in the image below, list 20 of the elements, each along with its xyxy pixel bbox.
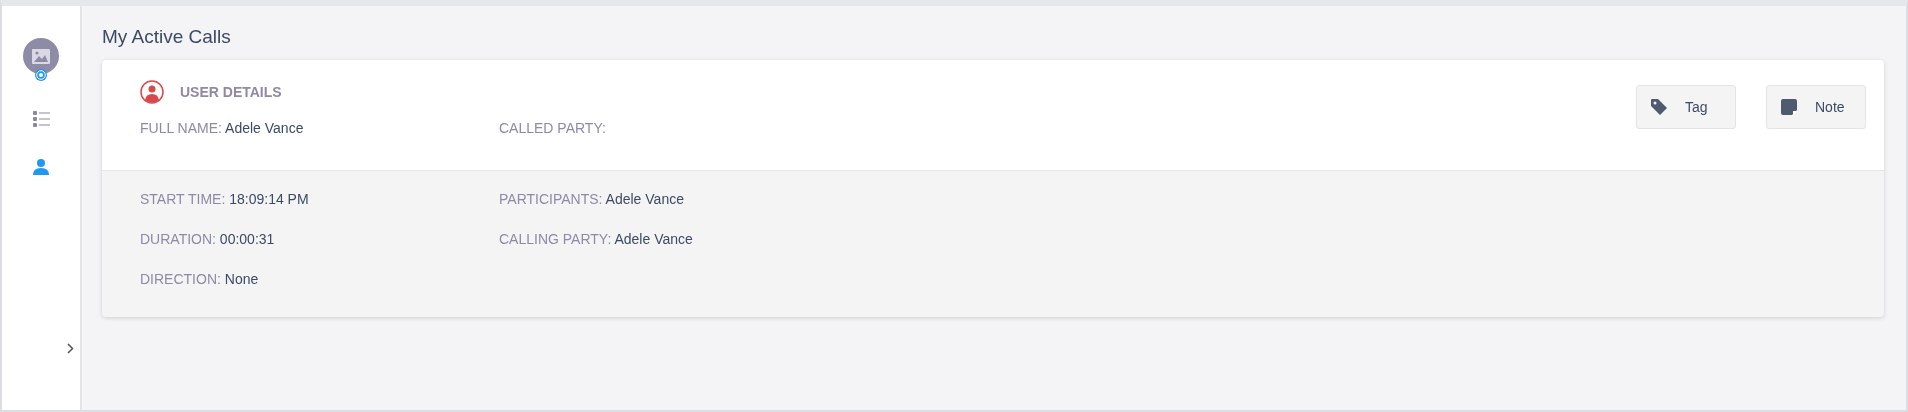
field-text: PARTICIPANTS: Adele Vance: [499, 191, 685, 207]
list-icon: [32, 111, 50, 127]
section-title: USER DETAILS: [180, 84, 282, 100]
page-title: My Active Calls: [102, 26, 232, 48]
field-text: DURATION: 00:00:31: [140, 231, 276, 247]
field-text: DIRECTION: None: [140, 271, 260, 287]
tag-icon: [1651, 99, 1667, 115]
chevron-right-icon[interactable]: [67, 343, 74, 354]
note-button[interactable]: Note: [1766, 85, 1866, 129]
avatar-icon[interactable]: [23, 38, 59, 81]
field-text: CALLING PARTY: Adele Vance: [499, 231, 694, 247]
field-text: FULL NAME: Adele Vance: [140, 120, 305, 136]
user-circle-icon: [140, 80, 164, 104]
note-icon: [1781, 99, 1797, 115]
user-icon: [33, 159, 49, 175]
field-text: START TIME: 18:09:14 PM: [140, 191, 310, 207]
sidebar-item[interactable]: [31, 157, 51, 177]
tag-button[interactable]: Tag: [1636, 85, 1736, 129]
sidebar-item[interactable]: [31, 109, 51, 129]
field-text: CALLED PARTY:: [499, 120, 607, 136]
